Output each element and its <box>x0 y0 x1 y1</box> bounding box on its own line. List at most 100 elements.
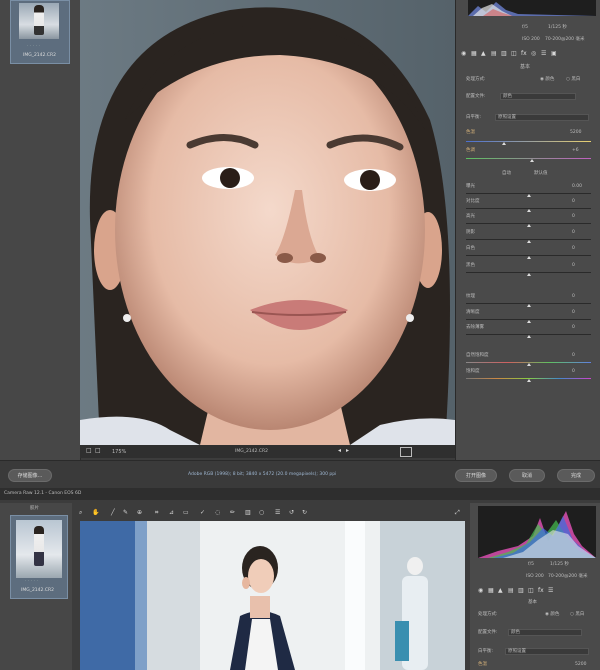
target-adjust-icon[interactable]: ⊕ <box>137 510 142 516</box>
zoom-in-icon[interactable]: □ <box>95 448 101 454</box>
slider-thumb[interactable] <box>527 256 531 259</box>
tab-curve-icon[interactable]: ▦ <box>471 51 477 57</box>
bottom-tab-hsl-icon[interactable]: ▤ <box>508 588 514 594</box>
slider-value[interactable]: 0.00 <box>572 184 582 190</box>
zoom-level[interactable]: 175% <box>112 449 126 455</box>
tint-slider[interactable] <box>466 158 591 159</box>
treatment-bw-label: 黑白 <box>571 77 581 82</box>
wb-tool-icon[interactable]: ╱ <box>111 510 115 516</box>
slider-thumb[interactable] <box>527 335 531 338</box>
straighten-tool-icon[interactable]: ⊿ <box>169 510 174 516</box>
panel-title: 基本 <box>520 64 531 70</box>
temp-slider[interactable] <box>466 141 591 142</box>
graduated-filter-icon[interactable]: ▥ <box>245 510 251 516</box>
tab-basic-icon[interactable]: ◉ <box>461 51 466 57</box>
filmstrip-label: 胶片 <box>30 506 39 511</box>
tab-lens-icon[interactable]: ◫ <box>511 51 517 57</box>
transform-tool-icon[interactable]: ▭ <box>183 510 189 516</box>
slider-thumb[interactable] <box>527 320 531 323</box>
slider-label: 白色 <box>466 246 475 251</box>
radial-filter-icon[interactable]: ○ <box>259 510 264 516</box>
slider-label: 曝光 <box>466 184 475 189</box>
tint-slider-thumb[interactable] <box>530 159 534 162</box>
slider-value[interactable]: 0 <box>572 230 575 236</box>
preferences-icon[interactable]: ☰ <box>275 510 280 516</box>
tab-hsl-icon[interactable]: ▤ <box>491 51 497 57</box>
treatment-label: 处理方式: <box>466 77 486 82</box>
slider-value[interactable]: 0 <box>572 294 575 300</box>
slider-value[interactable]: 0 <box>572 263 575 269</box>
slider-value[interactable]: 0 <box>572 199 575 205</box>
tab-split-icon[interactable]: ▥ <box>501 51 507 57</box>
tab-presets-icon[interactable]: ☰ <box>541 51 546 57</box>
bottom-window-title: Camera Raw 12.1 - Canon EOS 6D <box>4 491 82 496</box>
treatment-color-radio[interactable]: ◉ 颜色 <box>540 77 554 83</box>
default-button[interactable]: 默认值 <box>534 171 548 177</box>
slider-value[interactable]: 0 <box>572 353 575 359</box>
view-toggle-button[interactable] <box>400 447 412 457</box>
bottom-thumbnail-rating: · · · · · <box>25 579 38 584</box>
tint-value[interactable]: +6 <box>572 148 579 154</box>
slider-label: 黑色 <box>466 263 475 268</box>
bottom-profile-label: 配置文件: <box>478 630 498 635</box>
slider-label: 阴影 <box>466 230 475 235</box>
next-image-icon[interactable]: ▸ <box>346 448 349 454</box>
bottom-treatment-bw-radio[interactable]: ○ 黑白 <box>570 612 584 618</box>
bottom-filmstrip-thumbnail[interactable]: · · · · · IMG_2142.CR2 <box>10 515 68 599</box>
slider-value[interactable]: 0 <box>572 246 575 252</box>
slider-thumb[interactable] <box>527 194 531 197</box>
slider-thumb[interactable] <box>527 224 531 227</box>
spot-removal-icon[interactable]: ✓ <box>200 510 205 516</box>
filmstrip-panel <box>0 0 81 460</box>
tab-effects-icon[interactable]: fx <box>521 51 527 57</box>
bottom-tab-presets-icon[interactable]: ☰ <box>548 588 553 594</box>
filmstrip-thumbnail[interactable]: · · · · · IMG_2142.CR2 <box>10 0 70 64</box>
slider-thumb[interactable] <box>527 363 531 366</box>
tab-calibration-icon[interactable]: ◎ <box>531 51 536 57</box>
slider-value[interactable]: 0 <box>572 369 575 375</box>
zoom-tool-icon[interactable]: ⌕ <box>79 510 82 516</box>
adjust-brush-icon[interactable]: ✏ <box>230 510 235 516</box>
fullscreen-icon[interactable]: ⤢ <box>455 510 460 516</box>
bottom-tab-basic-icon[interactable]: ◉ <box>478 588 483 594</box>
slider-thumb[interactable] <box>527 273 531 276</box>
bottom-hist-lens: 70-200@200 毫米 <box>548 574 588 579</box>
bottom-histogram <box>478 506 596 558</box>
temp-value[interactable]: 5200 <box>570 130 581 136</box>
slider-thumb[interactable] <box>527 304 531 307</box>
workflow-info[interactable]: Adobe RGB (1998); 8 bit; 3840 x 5472 (20… <box>188 472 336 478</box>
rotate-left-icon[interactable]: ↺ <box>289 510 294 516</box>
temp-slider-thumb[interactable] <box>502 142 506 145</box>
status-filename: IMG_2142.CR2 <box>235 449 268 454</box>
bottom-treatment-color-radio[interactable]: ◉ 颜色 <box>545 612 559 618</box>
slider-thumb[interactable] <box>527 240 531 243</box>
zoom-out-icon[interactable]: □ <box>86 448 92 454</box>
auto-button[interactable]: 自动 <box>502 171 511 177</box>
hand-tool-icon[interactable]: ✋ <box>92 510 99 516</box>
slider-thumb[interactable] <box>527 209 531 212</box>
slider-value[interactable]: 0 <box>572 310 575 316</box>
tab-detail-icon[interactable]: ▲ <box>481 51 486 57</box>
bottom-tab-detail-icon[interactable]: ▲ <box>498 588 503 594</box>
bottom-tab-effects-icon[interactable]: fx <box>538 588 544 594</box>
redeye-tool-icon[interactable]: ◌ <box>215 510 220 516</box>
crop-tool-icon[interactable]: ⌗ <box>155 510 158 516</box>
save-image-button[interactable]: 存储图像... <box>8 469 52 482</box>
done-button[interactable]: 完成 <box>557 469 595 482</box>
color-sampler-icon[interactable]: ✎ <box>123 510 128 516</box>
histogram-svg <box>468 2 596 16</box>
slider-value[interactable]: 0 <box>572 325 575 331</box>
main-photo <box>80 0 455 445</box>
treatment-bw-radio[interactable]: ○ 黑白 <box>566 77 580 83</box>
slider-thumb[interactable] <box>527 379 531 382</box>
open-image-button[interactable]: 打开图像 <box>455 469 497 482</box>
bottom-tab-lens-icon[interactable]: ◫ <box>528 588 534 594</box>
bottom-tab-split-icon[interactable]: ▥ <box>518 588 524 594</box>
bottom-temp-value[interactable]: 5200 <box>575 662 586 668</box>
bottom-tab-curve-icon[interactable]: ▦ <box>488 588 494 594</box>
tab-snapshots-icon[interactable]: ▣ <box>551 51 557 57</box>
prev-image-icon[interactable]: ◂ <box>338 448 341 454</box>
rotate-right-icon[interactable]: ↻ <box>302 510 307 516</box>
cancel-button[interactable]: 取消 <box>509 469 545 482</box>
slider-value[interactable]: 0 <box>572 214 575 220</box>
